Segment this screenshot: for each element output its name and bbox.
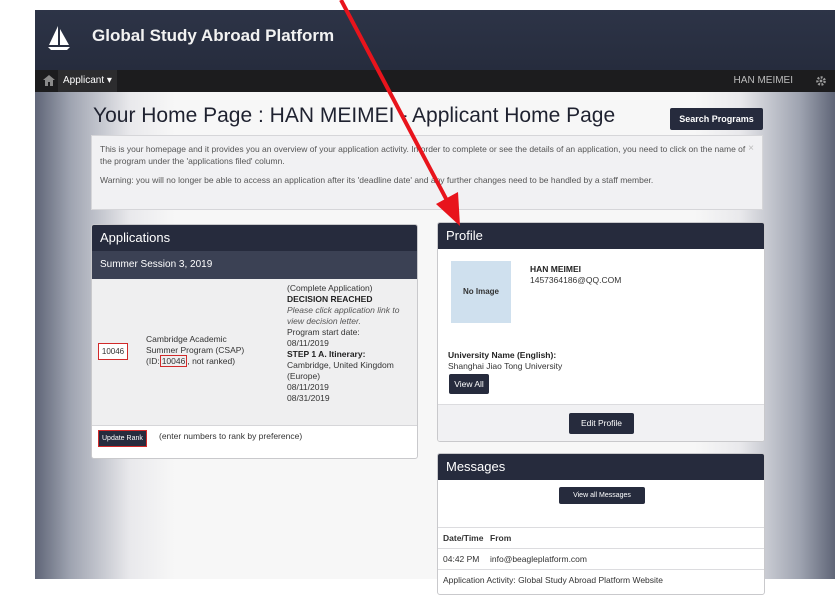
- applications-panel: Applications Summer Session 3, 2019 1004…: [91, 224, 418, 459]
- id-prefix: (ID:: [146, 356, 160, 366]
- application-row: 10046 Cambridge Academic Summer Program …: [92, 279, 417, 426]
- program-id: 10046: [159, 355, 188, 367]
- rank-input[interactable]: 10046: [98, 343, 128, 360]
- start-label: Program start date:: [287, 327, 360, 337]
- view-all-button[interactable]: View All: [449, 374, 489, 394]
- rank-hint: (enter numbers to rank by preference): [159, 431, 303, 441]
- messages-heading: Messages: [438, 454, 764, 480]
- profile-name: HAN MEIMEI: [530, 264, 581, 274]
- message-activity: Application Activity: Global Study Abroa…: [443, 575, 664, 585]
- profile-footer: Edit Profile: [438, 404, 764, 441]
- messages-table: Date/Time From 04:42 PM info@beagleplatf…: [438, 527, 764, 590]
- applications-heading: Applications: [92, 225, 417, 251]
- messages-header-row: Date/Time From: [438, 527, 764, 548]
- sailboat-logo-icon: [48, 26, 70, 50]
- profile-panel: Profile No Image HAN MEIMEI 1457364186@Q…: [437, 222, 765, 442]
- user-menu[interactable]: HAN MEIMEI: [734, 70, 793, 92]
- top-navbar: Applicant ▾ HAN MEIMEI: [35, 70, 835, 92]
- col-datetime: Date/Time: [443, 533, 484, 543]
- gear-icon[interactable]: [815, 75, 827, 87]
- top-margin: [0, 0, 835, 10]
- message-from: info@beagleplatform.com: [490, 554, 587, 564]
- itinerary-to: 08/31/2019: [287, 393, 330, 403]
- search-programs-button[interactable]: Search Programs: [670, 108, 763, 130]
- update-rank-button[interactable]: Update Rank: [98, 430, 147, 447]
- info-text: This is your homepage and it provides yo…: [100, 144, 746, 166]
- session-heading: Summer Session 3, 2019: [92, 251, 417, 279]
- profile-email: 1457364186@QQ.COM: [530, 275, 622, 285]
- itinerary-place: Cambridge, United Kingdom (Europe): [287, 360, 394, 381]
- itinerary-label: STEP 1 A. Itinerary:: [287, 349, 366, 359]
- start-date: 08/11/2019: [287, 338, 329, 348]
- message-time: 04:42 PM: [443, 554, 480, 564]
- itinerary-from: 08/11/2019: [287, 382, 329, 392]
- avatar: No Image: [451, 261, 511, 323]
- view-all-messages-button[interactable]: View all Messages: [559, 487, 645, 504]
- col-from: From: [490, 533, 512, 543]
- messages-panel: Messages View all Messages Date/Time Fro…: [437, 453, 765, 595]
- status-line: (Complete Application): [287, 283, 373, 293]
- info-box: This is your homepage and it provides yo…: [91, 135, 763, 210]
- application-status: (Complete Application) DECISION REACHED …: [287, 283, 412, 404]
- page-title: Your Home Page : HAN MEIMEI - Applicant …: [93, 104, 616, 127]
- rank-controls: Update Rank (enter numbers to rank by pr…: [92, 426, 417, 450]
- university-value: Shanghai Jiao Tong University: [448, 361, 563, 371]
- decision-status: DECISION REACHED: [287, 294, 373, 304]
- applicant-menu[interactable]: Applicant ▾: [58, 70, 117, 92]
- profile-heading: Profile: [438, 223, 764, 249]
- decision-note: Please click application link to view de…: [287, 305, 400, 326]
- home-icon[interactable]: [43, 75, 55, 86]
- program-name: Cambridge Academic Summer Program (CSAP)…: [146, 334, 246, 367]
- program-link[interactable]: Cambridge Academic Summer Program (CSAP): [146, 334, 244, 355]
- close-icon[interactable]: ×: [748, 143, 754, 155]
- table-row[interactable]: 04:42 PM info@beagleplatform.com: [438, 548, 764, 569]
- id-suffix: , not ranked): [187, 356, 236, 366]
- app-title[interactable]: Global Study Abroad Platform: [92, 26, 334, 46]
- university-label: University Name (English):: [448, 350, 557, 360]
- warning-text: Warning: you will no longer be able to a…: [100, 175, 654, 185]
- activity-row[interactable]: Application Activity: Global Study Abroa…: [438, 569, 764, 590]
- edit-profile-button[interactable]: Edit Profile: [569, 413, 634, 434]
